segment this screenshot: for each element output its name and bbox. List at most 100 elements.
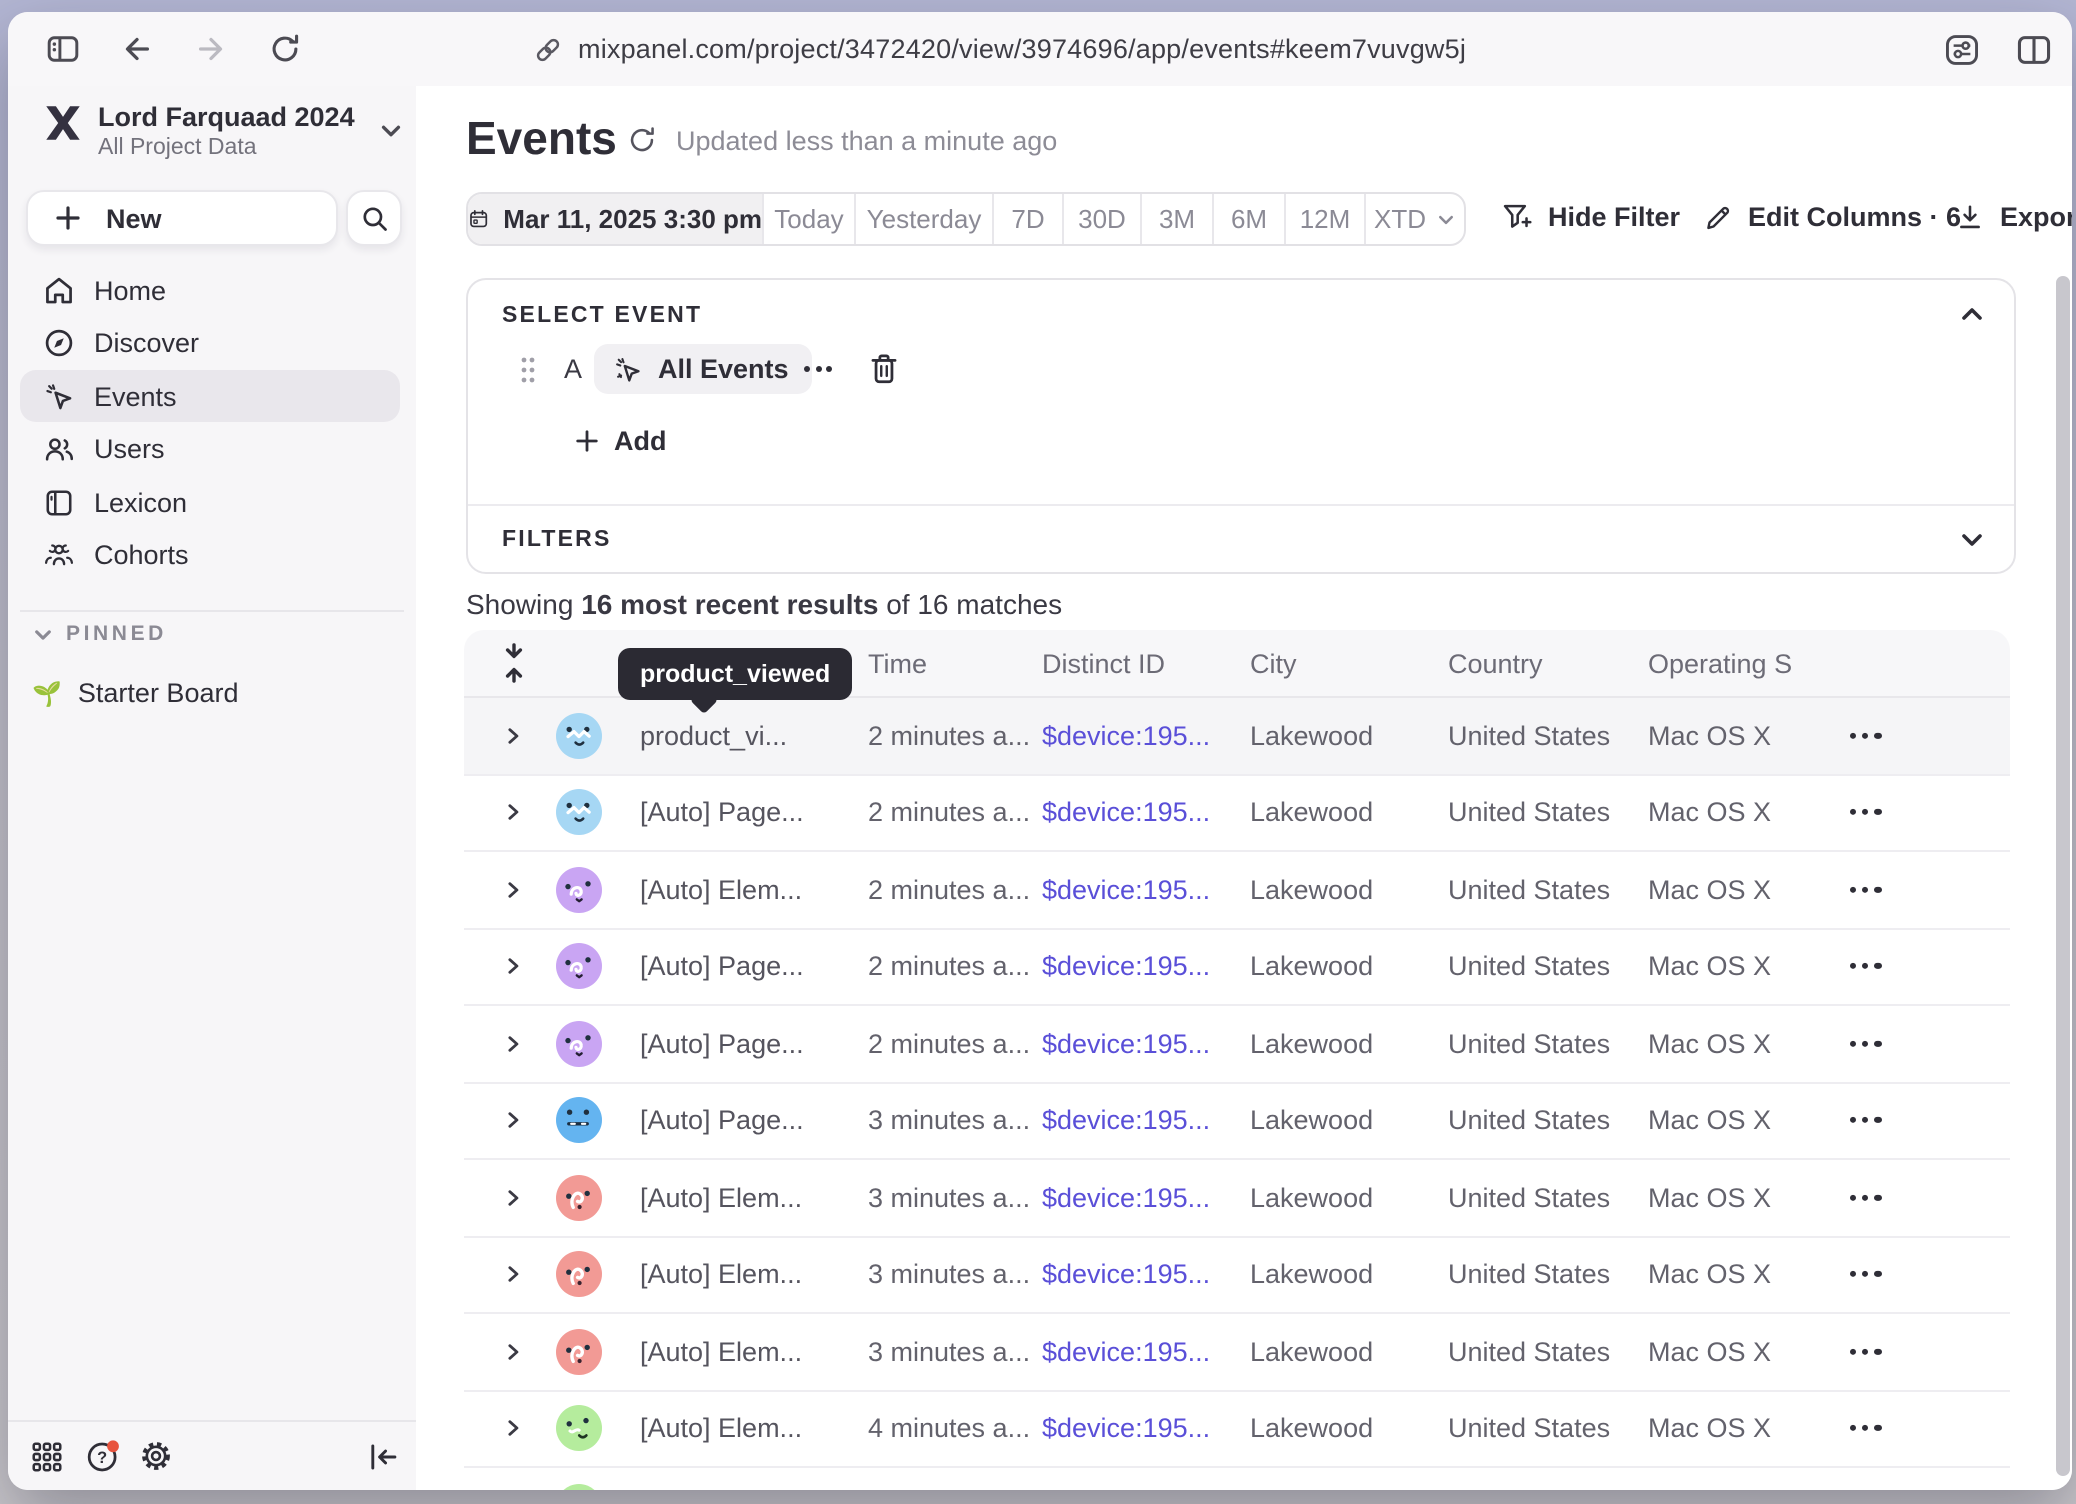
split-view-icon[interactable] xyxy=(2012,28,2054,70)
preset-12m[interactable]: 12M xyxy=(1286,194,1366,244)
forward-button[interactable] xyxy=(190,28,232,70)
sidebar-item-discover[interactable]: Discover xyxy=(8,317,416,370)
pinned-item-starter-board[interactable]: 🌱 Starter Board xyxy=(32,678,239,708)
pinned-section-header[interactable]: PINNED xyxy=(32,622,167,646)
row-expand-chevron[interactable] xyxy=(502,802,524,824)
row-expand-chevron[interactable] xyxy=(502,1033,524,1055)
preset-7d[interactable]: 7D xyxy=(994,194,1064,244)
preset-3m[interactable]: 3M xyxy=(1142,194,1214,244)
row-expand-chevron[interactable] xyxy=(502,1341,524,1363)
sidebar-toggle-icon[interactable] xyxy=(42,28,84,70)
table-row[interactable] xyxy=(464,1468,2010,1490)
preset-yesterday[interactable]: Yesterday xyxy=(856,194,994,244)
distinct-id-link[interactable]: $device:195... xyxy=(1042,1029,1210,1059)
table-row[interactable]: [Auto] Page... 3 minutes a... $device:19… xyxy=(464,1083,2010,1160)
preset-today[interactable]: Today xyxy=(764,194,856,244)
row-expand-chevron[interactable] xyxy=(502,956,524,978)
project-switcher[interactable]: Lord Farquaad 2024 All Project Data xyxy=(28,92,396,176)
row-menu-button[interactable] xyxy=(1850,1040,1881,1046)
vertical-scrollbar[interactable] xyxy=(2056,276,2070,1476)
export-button[interactable]: Export xyxy=(1954,192,2072,242)
sidebar-item-cohorts[interactable]: Cohorts xyxy=(8,529,416,582)
row-menu-button[interactable] xyxy=(1850,1348,1881,1354)
table-row[interactable]: [Auto] Page... 2 minutes a... $device:19… xyxy=(464,775,2010,852)
row-expand-chevron[interactable] xyxy=(502,1264,524,1286)
table-row[interactable]: [Auto] Page... 2 minutes a... $device:19… xyxy=(464,1006,2010,1083)
link-icon xyxy=(532,33,564,65)
row-menu-button[interactable] xyxy=(1850,886,1881,892)
column-header-country[interactable]: Country xyxy=(1448,648,1543,678)
chevron-down-icon xyxy=(32,623,54,645)
table-row[interactable]: [Auto] Page... 2 minutes a... $device:19… xyxy=(464,929,2010,1006)
results-count: 16 most recent results xyxy=(581,588,878,620)
distinct-id-link[interactable]: $device:195... xyxy=(1042,1106,1210,1136)
trash-icon[interactable] xyxy=(866,350,902,388)
event-name-cell: [Auto] Elem... xyxy=(640,1337,802,1367)
unfold-rows-icon[interactable] xyxy=(500,642,528,684)
row-menu-button[interactable] xyxy=(1850,1425,1881,1431)
row-expand-chevron[interactable] xyxy=(502,725,524,747)
expand-section-icon[interactable] xyxy=(1958,526,1986,554)
column-header-city[interactable]: City xyxy=(1250,648,1297,678)
reload-button[interactable] xyxy=(264,28,306,70)
edit-columns-button[interactable]: Edit Columns · 6 xyxy=(1702,192,1961,242)
row-menu-button[interactable] xyxy=(1850,809,1881,815)
event-name-cell: [Auto] Page... xyxy=(640,1106,804,1136)
distinct-id-link[interactable]: $device:195... xyxy=(1042,1260,1210,1290)
add-event-button[interactable]: Add xyxy=(574,426,667,456)
sidebar-item-users[interactable]: Users xyxy=(8,423,416,476)
all-events-chip[interactable]: All Events xyxy=(594,344,813,394)
event-avatar xyxy=(556,867,602,913)
refresh-icon[interactable] xyxy=(626,124,658,156)
distinct-id-link[interactable]: $device:195... xyxy=(1042,798,1210,828)
preset-xtd[interactable]: XTD xyxy=(1366,194,1464,244)
row-menu-button[interactable] xyxy=(1850,963,1881,969)
back-button[interactable] xyxy=(116,28,158,70)
table-row[interactable]: [Auto] Elem... 2 minutes a... $device:19… xyxy=(464,852,2010,929)
drag-handle-icon[interactable] xyxy=(518,354,538,386)
sidebar-item-events[interactable]: Events xyxy=(8,370,416,423)
search-button[interactable] xyxy=(346,190,402,246)
preset-6m[interactable]: 6M xyxy=(1214,194,1286,244)
os-cell: Mac OS X xyxy=(1648,721,1828,751)
row-menu-button[interactable] xyxy=(1850,1194,1881,1200)
row-expand-chevron[interactable] xyxy=(502,1110,524,1132)
pinned-label: PINNED xyxy=(66,622,167,646)
table-row[interactable]: [Auto] Elem... 3 minutes a... $device:19… xyxy=(464,1237,2010,1314)
row-expand-chevron[interactable] xyxy=(502,1418,524,1440)
row-menu-button[interactable] xyxy=(1850,1271,1881,1277)
preset-30d[interactable]: 30D xyxy=(1064,194,1142,244)
distinct-id-link[interactable]: $device:195... xyxy=(1042,1414,1210,1444)
new-button[interactable]: New xyxy=(26,190,338,246)
hide-filter-button[interactable]: Hide Filter xyxy=(1500,192,1680,242)
row-expand-chevron[interactable] xyxy=(502,1187,524,1209)
column-header-distinct-id[interactable]: Distinct ID xyxy=(1042,648,1165,678)
column-header-os[interactable]: Operating S xyxy=(1648,648,1828,678)
settings-gear-icon[interactable] xyxy=(136,1436,176,1476)
table-row[interactable]: [Auto] Elem... 3 minutes a... $device:19… xyxy=(464,1314,2010,1391)
column-header-time[interactable]: Time xyxy=(868,648,927,678)
table-row[interactable]: [Auto] Elem... 3 minutes a... $device:19… xyxy=(464,1160,2010,1237)
distinct-id-link[interactable]: $device:195... xyxy=(1042,952,1210,982)
row-menu-button[interactable] xyxy=(1850,1117,1881,1123)
distinct-id-link[interactable]: $device:195... xyxy=(1042,875,1210,905)
row-expand-chevron[interactable] xyxy=(502,879,524,901)
page-settings-icon[interactable] xyxy=(1940,28,1982,70)
address-bar[interactable]: mixpanel.com/project/3472420/view/397469… xyxy=(532,12,1466,86)
date-picker-segment[interactable]: Mar 11, 2025 3:30 pm xyxy=(468,194,764,244)
distinct-id-link[interactable]: $device:195... xyxy=(1042,1337,1210,1367)
apps-grid-icon[interactable] xyxy=(26,1436,66,1476)
distinct-id-link[interactable]: $device:195... xyxy=(1042,1183,1210,1213)
plus-icon xyxy=(574,428,600,454)
collapse-sidebar-icon[interactable] xyxy=(362,1436,402,1476)
sidebar-item-home[interactable]: Home xyxy=(8,264,416,317)
table-row[interactable]: [Auto] Elem... 4 minutes a... $device:19… xyxy=(464,1391,2010,1468)
time-cell: 3 minutes a... xyxy=(868,1337,1030,1367)
help-icon[interactable]: ? xyxy=(82,1436,122,1476)
event-more-button[interactable] xyxy=(804,366,832,372)
collapse-section-icon[interactable] xyxy=(1958,300,1986,328)
sidebar-item-lexicon[interactable]: Lexicon xyxy=(8,476,416,529)
distinct-id-link[interactable]: $device:195... xyxy=(1042,721,1210,751)
row-menu-button[interactable] xyxy=(1850,732,1881,738)
table-row[interactable]: product_vi... 2 minutes a... $device:195… xyxy=(464,698,2010,775)
